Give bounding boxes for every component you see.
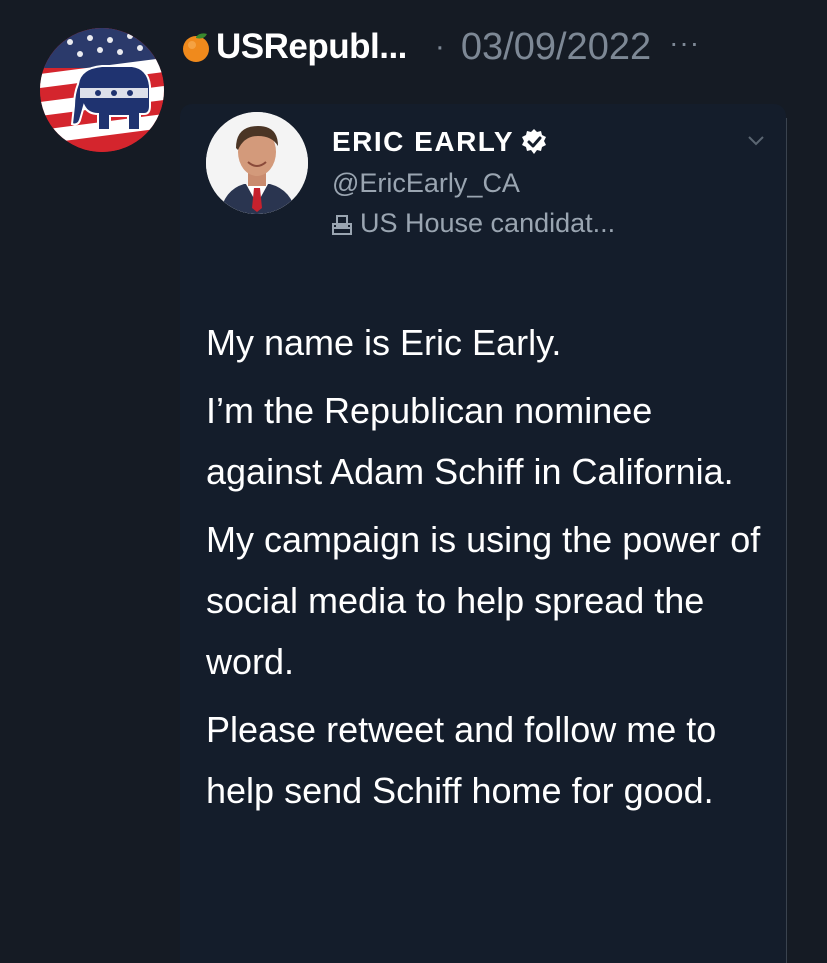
quoted-user-handle: @EricEarly_CA bbox=[332, 168, 520, 198]
quoted-user-bio: US House candidat... bbox=[330, 208, 615, 239]
elephant-flag-icon bbox=[40, 28, 164, 152]
quoted-name-row: ERIC EARLY bbox=[332, 126, 548, 158]
quoted-user-bio-text: US House candidat... bbox=[360, 208, 616, 238]
post-container: USRepubl... · 03/09/2022 ··· ERIC EARLY bbox=[0, 0, 827, 963]
card-edge-divider bbox=[786, 118, 787, 963]
user-avatar[interactable] bbox=[40, 28, 164, 152]
tweet-paragraph: Please retweet and follow me to help sen… bbox=[206, 709, 717, 811]
post-header: USRepubl... · 03/09/2022 ··· bbox=[180, 22, 700, 72]
ballot-box-icon bbox=[330, 212, 354, 236]
chevron-down-icon[interactable] bbox=[746, 134, 766, 148]
quoted-screenshot-card[interactable]: ERIC EARLY @EricEarly_CA US House candid… bbox=[180, 104, 786, 963]
quoted-user-name: ERIC EARLY bbox=[332, 126, 515, 157]
tweet-paragraph: I’m the Republican nominee against Adam … bbox=[206, 390, 734, 492]
verified-badge-icon bbox=[520, 128, 548, 156]
quoted-tweet-text: My name is Eric Early. I’m the Republica… bbox=[206, 312, 776, 828]
tweet-paragraph: My name is Eric Early. bbox=[206, 322, 562, 363]
portrait-photo-icon bbox=[206, 112, 308, 214]
tangerine-icon bbox=[180, 31, 212, 63]
tweet-paragraph: My campaign is using the power of social… bbox=[206, 519, 761, 682]
more-options-icon[interactable]: ··· bbox=[669, 27, 700, 59]
display-name[interactable]: USRepubl... bbox=[216, 27, 407, 67]
quoted-user-avatar bbox=[206, 112, 308, 214]
post-date[interactable]: 03/09/2022 bbox=[461, 26, 651, 69]
separator-dot: · bbox=[434, 30, 445, 63]
